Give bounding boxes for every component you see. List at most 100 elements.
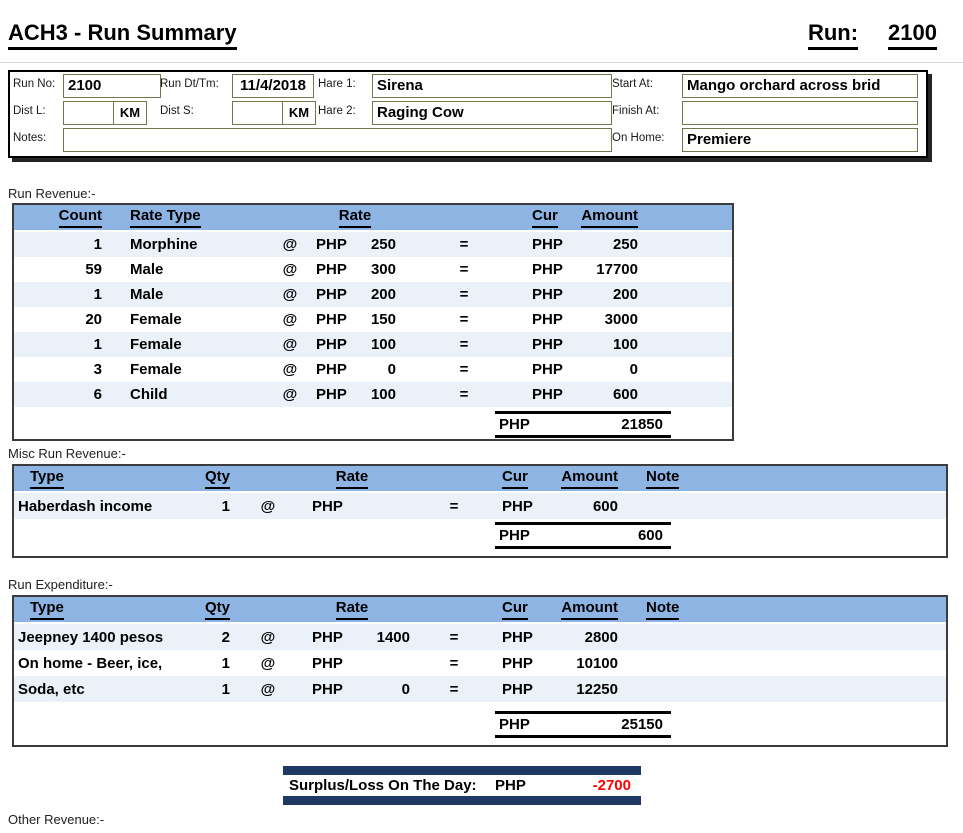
run-revenue-table: Count Rate Type Rate Cur Amount 1 Morphi… — [12, 203, 734, 441]
hare2-field[interactable]: Raging Cow — [372, 101, 612, 125]
run-revenue-header-row: Count Rate Type Rate Cur Amount — [14, 205, 732, 232]
rate-currency-cell: PHP — [316, 311, 347, 328]
at-symbol: @ — [282, 361, 298, 378]
run-header: Run: 2100 — [807, 20, 937, 50]
rate-cell: 100 — [370, 336, 396, 353]
expenditure-row: Soda, etc 1 @ PHP 0 = PHP 12250 — [14, 676, 946, 702]
qty-cell: 2 — [221, 628, 230, 646]
currency-cell: PHP — [502, 654, 533, 672]
rate-currency-cell: PHP — [312, 654, 343, 672]
rate-cell: 1400 — [376, 628, 410, 646]
amount-cell: 0 — [629, 361, 638, 378]
expenditure-total: PHP 25150 — [495, 711, 671, 738]
qty-cell: 1 — [221, 497, 230, 515]
hare1-field[interactable]: Sirena — [372, 74, 612, 98]
at-symbol: @ — [282, 311, 298, 328]
cur-header: Cur — [532, 207, 576, 228]
surplus-loss-label: Surplus/Loss On The Day: — [289, 777, 477, 794]
dist-l-field[interactable] — [63, 101, 117, 125]
run-no-field[interactable]: 2100 — [63, 74, 161, 98]
rate-currency-cell: PHP — [316, 236, 347, 253]
amount-header: Amount — [576, 207, 638, 228]
equals-symbol: = — [449, 628, 459, 646]
count-cell: 1 — [93, 236, 102, 253]
equals-symbol: = — [459, 386, 469, 403]
amount-cell: 10100 — [576, 654, 618, 672]
surplus-currency: PHP — [495, 777, 526, 794]
currency-cell: PHP — [502, 497, 533, 515]
equals-symbol: = — [459, 311, 469, 328]
at-symbol: @ — [260, 628, 276, 646]
rate-currency-cell: PHP — [316, 386, 347, 403]
rate-currency-cell: PHP — [312, 680, 343, 698]
amount-cell: 17700 — [596, 261, 638, 278]
run-label: Run: — [807, 20, 859, 50]
misc-revenue-table: Type Qty Rate Cur Amount Note Haberdash … — [12, 464, 948, 558]
equals-symbol: = — [459, 361, 469, 378]
cur-header: Cur — [498, 468, 542, 489]
total-amount: 21850 — [621, 416, 663, 433]
expenditure-row: Jeepney 1400 pesos 2 @ PHP 1400 = PHP 28… — [14, 624, 946, 650]
revenue-row: 3 Female @ PHP 0 = PHP 0 — [14, 357, 732, 382]
dist-l-label: Dist L: — [13, 105, 46, 117]
count-cell: 6 — [93, 386, 102, 403]
expenditure-rows: Jeepney 1400 pesos 2 @ PHP 1400 = PHP 28… — [14, 624, 946, 702]
rate-currency-cell: PHP — [312, 497, 343, 515]
notes-field[interactable] — [63, 128, 612, 152]
total-amount: 600 — [637, 527, 663, 544]
type-cell: Jeepney 1400 pesos — [18, 628, 164, 646]
finish-at-field[interactable] — [682, 101, 918, 125]
amount-cell: 3000 — [604, 311, 638, 328]
surplus-amount: -2700 — [592, 777, 631, 794]
type-header: Type — [14, 599, 204, 620]
currency-cell: PHP — [532, 336, 563, 353]
dist-s-unit-km: KM — [282, 101, 316, 125]
rate-currency-cell: PHP — [316, 261, 347, 278]
on-home-field[interactable]: Premiere — [682, 128, 918, 152]
equals-symbol: = — [449, 497, 459, 515]
title-divider-line — [0, 62, 963, 63]
revenue-row: 59 Male @ PHP 300 = PHP 17700 — [14, 257, 732, 282]
expenditure-section-label: Run Expenditure:- — [8, 577, 113, 592]
dist-s-label: Dist S: — [160, 105, 194, 117]
currency-cell: PHP — [532, 261, 563, 278]
at-symbol: @ — [282, 386, 298, 403]
equals-symbol: = — [459, 236, 469, 253]
rate-type-cell: Morphine — [130, 236, 198, 253]
rate-type-cell: Female — [130, 336, 182, 353]
rate-currency-cell: PHP — [312, 628, 343, 646]
rate-currency-cell: PHP — [316, 286, 347, 303]
start-at-field[interactable]: Mango orchard across brid — [682, 74, 918, 98]
revenue-row: 1 Male @ PHP 200 = PHP 200 — [14, 282, 732, 307]
qty-cell: 1 — [221, 654, 230, 672]
rate-header: Rate — [294, 468, 410, 489]
rate-cell: 150 — [370, 311, 396, 328]
run-dttm-field[interactable]: 11/4/2018 — [232, 74, 314, 98]
qty-header: Qty — [204, 468, 242, 489]
count-cell: 59 — [85, 261, 102, 278]
currency-cell: PHP — [532, 361, 563, 378]
currency-cell: PHP — [532, 286, 563, 303]
revenue-row: 20 Female @ PHP 150 = PHP 3000 — [14, 307, 732, 332]
amount-cell: 100 — [612, 336, 638, 353]
run-summary-sheet: ACH3 - Run Summary Run: 2100 Run No: 210… — [0, 0, 963, 833]
dist-s-field[interactable] — [232, 101, 286, 125]
at-symbol: @ — [260, 497, 276, 515]
at-symbol: @ — [260, 680, 276, 698]
qty-cell: 1 — [221, 680, 230, 698]
equals-symbol: = — [459, 336, 469, 353]
other-revenue-section-label: Other Revenue:- — [8, 812, 105, 827]
rate-cell: 250 — [370, 236, 396, 253]
revenue-row: 1 Morphine @ PHP 250 = PHP 250 — [14, 232, 732, 257]
rate-cell: 0 — [387, 361, 396, 378]
rate-header: Rate — [314, 207, 396, 228]
amount-cell: 2800 — [584, 628, 618, 646]
misc-revenue-total-zone: PHP 600 — [14, 519, 946, 549]
cur-header: Cur — [498, 599, 542, 620]
title-row: ACH3 - Run Summary Run: 2100 — [8, 20, 937, 50]
type-cell: Soda, etc — [18, 680, 85, 698]
misc-revenue-header-row: Type Qty Rate Cur Amount Note — [14, 466, 946, 493]
expenditure-row: On home - Beer, ice, 1 @ PHP = PHP 10100 — [14, 650, 946, 676]
finish-at-label: Finish At: — [612, 105, 660, 117]
rate-type-cell: Female — [130, 361, 182, 378]
